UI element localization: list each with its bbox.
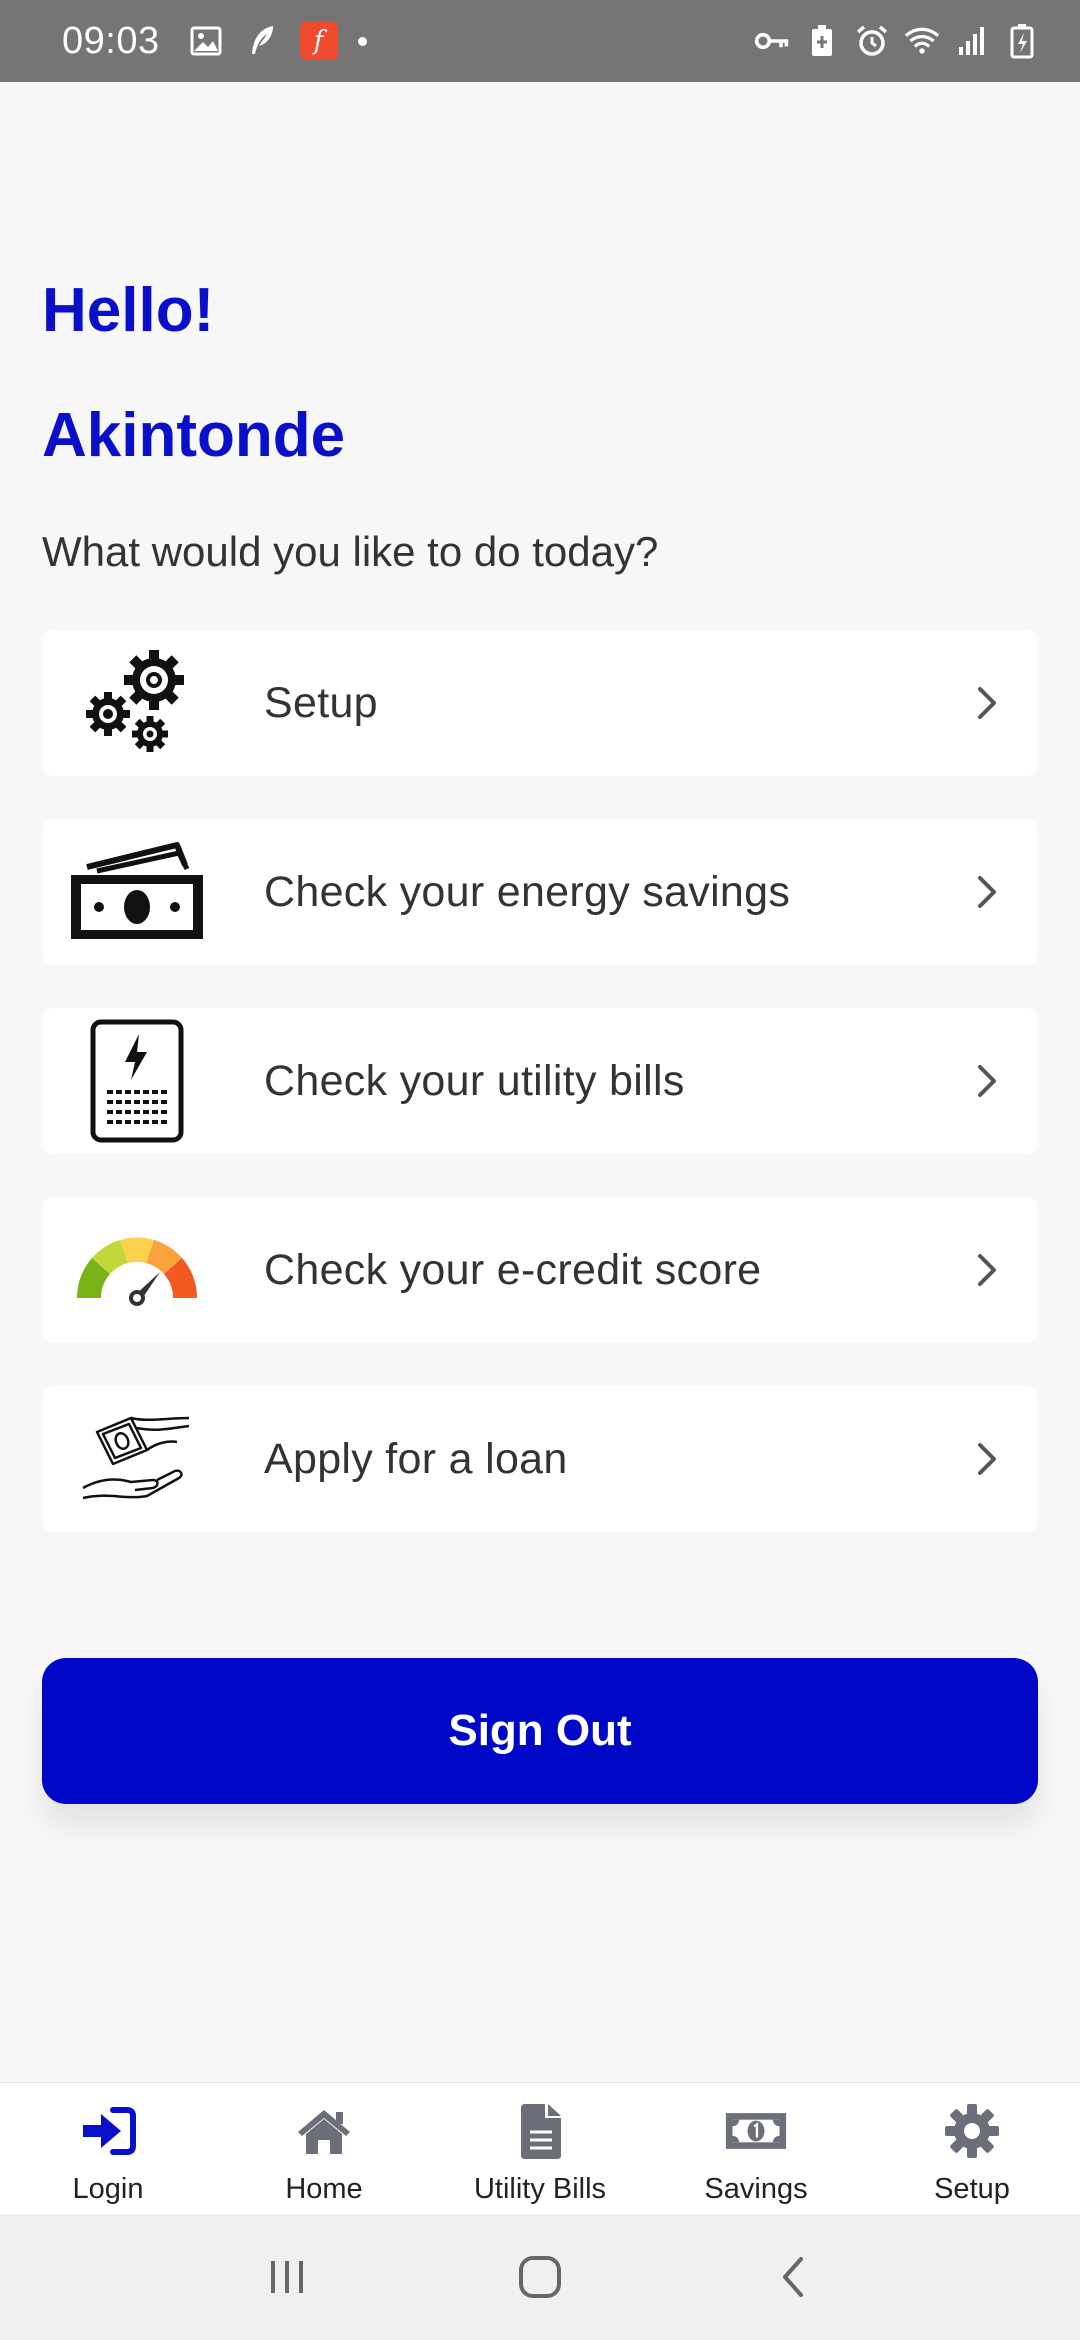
menu-item-label: Setup	[264, 678, 378, 727]
sign-out-button[interactable]: Sign Out	[42, 1658, 1038, 1804]
nav-label: Savings	[704, 2173, 808, 2205]
nav-item-setup[interactable]: Setup	[864, 2083, 1080, 2214]
gauge-icon	[62, 1197, 212, 1343]
nav-label: Setup	[934, 2173, 1010, 2205]
gear-icon	[940, 2101, 1004, 2161]
system-nav-bar	[0, 2214, 1080, 2340]
menu-item-utility-bills[interactable]: Check your utility bills	[42, 1008, 1038, 1154]
nav-item-login[interactable]: Login	[0, 2083, 216, 2214]
wifi-icon	[904, 23, 940, 59]
chevron-right-icon	[974, 1061, 1000, 1101]
nav-label: Utility Bills	[473, 2173, 607, 2205]
nav-item-utility-bills[interactable]: Utility Bills	[432, 2083, 648, 2214]
chevron-right-icon	[974, 872, 1000, 912]
nav-label: Login	[72, 2173, 144, 2205]
home-icon	[292, 2101, 356, 2161]
back-button[interactable]	[763, 2247, 823, 2307]
signal-icon	[954, 23, 990, 59]
nav-item-savings[interactable]: Savings	[648, 2083, 864, 2214]
vpn-key-icon	[754, 23, 790, 59]
money-bill-icon	[724, 2101, 788, 2161]
status-bar: 09:03 f	[0, 0, 1080, 82]
chevron-right-icon	[974, 683, 1000, 723]
menu-item-loan[interactable]: Apply for a loan	[42, 1386, 1038, 1532]
nav-item-home[interactable]: Home	[216, 2083, 432, 2214]
login-icon	[76, 2101, 140, 2161]
battery-saver-icon	[804, 23, 840, 59]
nav-label: Home	[285, 2173, 363, 2205]
document-icon	[508, 2101, 572, 2161]
chevron-right-icon	[974, 1250, 1000, 1290]
greeting-hello: Hello!	[42, 276, 215, 345]
money-icon	[62, 819, 212, 965]
bill-icon	[62, 1008, 212, 1154]
loan-icon	[62, 1386, 212, 1532]
greeting-username: Akintonde	[42, 401, 346, 470]
home-button[interactable]	[510, 2247, 570, 2307]
menu-item-setup[interactable]: Setup	[42, 630, 1038, 776]
menu-item-label: Apply for a loan	[264, 1434, 568, 1483]
feather-icon	[244, 23, 280, 59]
menu-item-credit-score[interactable]: Check your e-credit score	[42, 1197, 1038, 1343]
chevron-right-icon	[974, 1439, 1000, 1479]
gears-icon	[62, 630, 212, 776]
menu-item-label: Check your energy savings	[264, 867, 791, 916]
menu-item-energy-savings[interactable]: Check your energy savings	[42, 819, 1038, 965]
dot-icon	[357, 36, 367, 46]
bottom-nav: Login Home Utility Bills Savings Setup	[0, 2082, 1080, 2214]
menu-item-label: Check your e-credit score	[264, 1245, 762, 1294]
status-time: 09:03	[62, 19, 160, 62]
alarm-icon	[854, 23, 890, 59]
image-icon	[188, 23, 224, 59]
flipboard-icon: f	[299, 22, 338, 60]
menu-item-label: Check your utility bills	[264, 1056, 685, 1105]
recent-apps-button[interactable]	[257, 2247, 317, 2307]
battery-icon	[1004, 23, 1040, 59]
prompt-text: What would you like to do today?	[42, 528, 659, 575]
